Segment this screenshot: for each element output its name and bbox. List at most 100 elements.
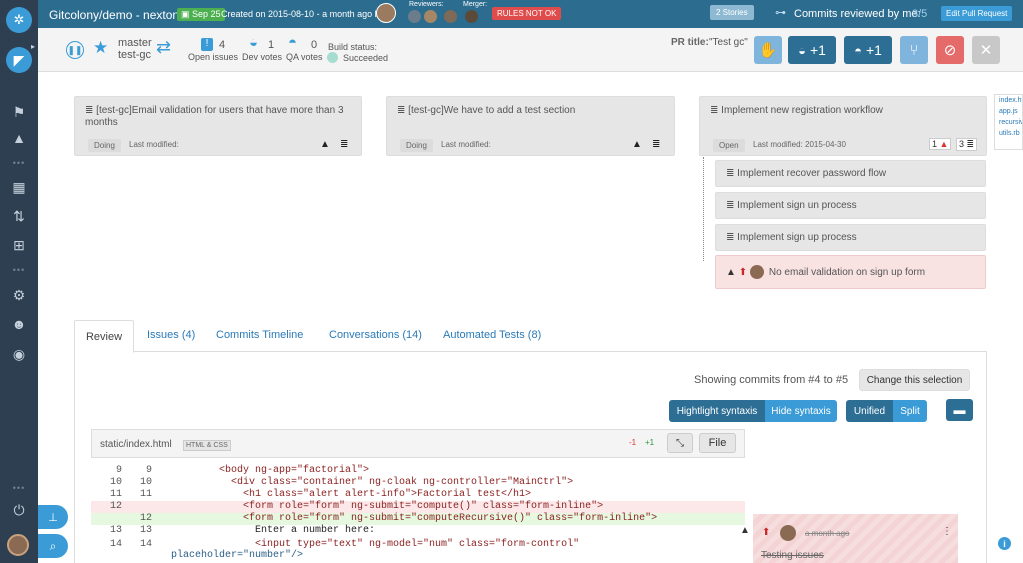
edit-pull-request-button[interactable]: Edit Pull Request bbox=[941, 6, 1013, 21]
reviewer-avatar[interactable] bbox=[444, 10, 457, 23]
added-lines-count: +1 bbox=[645, 438, 655, 447]
pull-requests-icon[interactable]: ⇅ bbox=[9, 206, 29, 226]
code-line-wrap[interactable]: placeholder="number"/> bbox=[91, 550, 745, 562]
settings-gear-icon[interactable]: ⚙ bbox=[9, 285, 29, 305]
database-icon[interactable]: ◉ bbox=[9, 344, 29, 364]
unified-view-button[interactable]: Unified bbox=[846, 400, 893, 422]
main-tabs: Review Issues (4) Commits Timeline Conve… bbox=[74, 320, 987, 353]
view-file-button[interactable]: File bbox=[699, 433, 736, 453]
comment-menu-icon[interactable]: ⋮ bbox=[942, 526, 952, 537]
build-status-label: Build status: bbox=[328, 42, 378, 52]
tab-commits-timeline[interactable]: Commits Timeline bbox=[216, 329, 303, 341]
ban-icon: ⊘ bbox=[943, 42, 957, 59]
file-link[interactable]: recursiv bbox=[995, 117, 1022, 128]
warning-icon[interactable]: ▲ bbox=[9, 128, 29, 148]
added-code-line[interactable]: 12 <form role="form" ng-submit="computeR… bbox=[91, 513, 745, 525]
star-icon[interactable]: ★ bbox=[93, 38, 108, 58]
pr-toolbar: ❚❚ ★ master test-gc ⇄ ! 4 Open issues ◒ … bbox=[38, 28, 1023, 72]
file-link[interactable]: index.ht bbox=[995, 95, 1022, 106]
flag-icon[interactable]: ⚑ bbox=[9, 102, 29, 122]
author-avatar[interactable] bbox=[376, 3, 396, 23]
subtask-card[interactable]: ≣ Implement sign un process bbox=[715, 192, 986, 219]
merger-label: Merger: bbox=[463, 1, 488, 8]
commit-range-text: Showing commits from #4 to #5 bbox=[694, 374, 849, 386]
pause-icon[interactable]: ❚❚ bbox=[66, 41, 84, 59]
list-icon: ≣ bbox=[726, 168, 738, 179]
warning-count-badge[interactable]: 1 ▲ bbox=[929, 138, 952, 150]
power-icon[interactable]: ⏻ bbox=[9, 500, 29, 520]
stories-button[interactable]: 2 Stories bbox=[710, 5, 754, 20]
last-modified: Last modified: 2015-04-30 bbox=[753, 140, 846, 149]
subtask-card[interactable]: ≣ Implement sign up process bbox=[715, 224, 986, 251]
file-list-panel: index.ht app.js recursiv utils.rb bbox=[994, 94, 1023, 150]
qa-votes-count: 0 bbox=[311, 39, 318, 51]
comment-time: a month ago bbox=[805, 529, 850, 538]
separator-dots: ••• bbox=[12, 158, 26, 168]
hide-syntax-button[interactable]: Hide syntaxis bbox=[765, 400, 837, 422]
code-line[interactable]: 13 13 Enter a number here: bbox=[91, 525, 745, 537]
comment-button[interactable]: ▬ bbox=[946, 399, 973, 421]
tab-review-label: Review bbox=[85, 331, 123, 343]
project-logo-icon[interactable]: ◤ bbox=[6, 47, 32, 73]
expand-arrow-icon[interactable]: ▸ bbox=[31, 42, 35, 51]
list-icon: ≣ bbox=[652, 139, 661, 150]
story-card[interactable]: ≣ Implement new registration workflow Op… bbox=[699, 96, 987, 156]
old-line-number: 10 bbox=[109, 477, 122, 488]
merger-avatar[interactable] bbox=[465, 10, 478, 23]
calendar-icon: ▣ bbox=[181, 9, 193, 19]
dev-vote-plus-one-button[interactable]: ◒ +1 bbox=[788, 36, 836, 64]
sitemap-fab-button[interactable]: ⊥ bbox=[38, 505, 68, 529]
user-avatar[interactable] bbox=[7, 534, 29, 556]
split-view-button[interactable]: Split bbox=[893, 400, 927, 422]
merge-button[interactable]: ⑂ bbox=[900, 36, 928, 64]
change-selection-button[interactable]: Change this selection bbox=[859, 369, 970, 391]
tab-issues[interactable]: Issues (4) bbox=[147, 329, 195, 341]
last-modified: Last modified: bbox=[129, 140, 179, 149]
dashboard-icon[interactable]: ▦ bbox=[9, 177, 29, 197]
code-line[interactable]: 9 9 <body ng-app="factorial"> bbox=[91, 465, 745, 477]
team-icon[interactable]: ☻ bbox=[9, 314, 29, 334]
code-line[interactable]: 10 10 <div class="container" ng-cloak ng-… bbox=[91, 477, 745, 489]
tab-conversations[interactable]: Conversations (14) bbox=[329, 329, 422, 341]
file-link[interactable]: utils.rb bbox=[995, 128, 1022, 139]
repo-title[interactable]: Gitcolony/demo - nexton bbox=[49, 8, 179, 22]
list-icon: ≣ bbox=[726, 232, 738, 243]
old-line-number: 11 bbox=[109, 489, 122, 500]
deleted-code-line[interactable]: 12 <form role="form" ng-submit="compute(… bbox=[91, 501, 745, 513]
story-card[interactable]: ≣ [test-gc]We have to add a test section… bbox=[386, 96, 675, 156]
close-button[interactable]: ✕ bbox=[972, 36, 1000, 64]
tab-automated-tests[interactable]: Automated Tests (8) bbox=[443, 329, 541, 341]
reviewer-avatar[interactable] bbox=[424, 10, 437, 23]
file-link[interactable]: app.js bbox=[995, 106, 1022, 117]
reject-button[interactable]: ⊘ bbox=[936, 36, 964, 64]
diff-file-name: static/index.html bbox=[100, 439, 172, 450]
rules-status-badge[interactable]: RULES NOT OK bbox=[492, 7, 562, 20]
highlight-syntax-button[interactable]: Hightlight syntaxis bbox=[669, 400, 765, 422]
target-branch: test-gc bbox=[118, 49, 152, 61]
collapse-button[interactable]: ⤡ bbox=[667, 433, 693, 453]
hierarchy-icon[interactable]: ⊞ bbox=[9, 235, 29, 255]
open-issues-label: Open issues bbox=[188, 52, 239, 62]
reviewer-avatar[interactable] bbox=[408, 10, 421, 23]
issue-card[interactable]: ▲ ⬆ No email validation on sign up form bbox=[715, 255, 986, 289]
stop-review-button[interactable]: ✋ bbox=[754, 36, 782, 64]
info-icon[interactable]: i bbox=[998, 537, 1011, 550]
line-issue-warning-icon[interactable]: ▲ bbox=[740, 525, 750, 536]
story-card[interactable]: ≣ [test-gc]Email validation for users th… bbox=[74, 96, 362, 156]
diff-file-header: static/index.html HTML & CSS -1 +1 ⤡ Fil… bbox=[91, 429, 745, 458]
branch-switch-icon[interactable]: ⇄ bbox=[156, 37, 171, 58]
subtask-card[interactable]: ≣ Implement recover password flow bbox=[715, 160, 986, 187]
subtask-count-badge[interactable]: 3 ≣ bbox=[956, 138, 978, 151]
gitcolony-logo-icon[interactable]: ✲ bbox=[6, 7, 32, 33]
build-status-value: Succeeded bbox=[343, 53, 389, 63]
build-status-dot bbox=[327, 52, 338, 63]
tab-review[interactable]: Review bbox=[74, 320, 134, 353]
open-issues-icon: ! bbox=[201, 38, 213, 51]
search-fab-button[interactable]: ⌕ bbox=[38, 534, 68, 558]
story-title: ≣ [test-gc]We have to add a test section bbox=[397, 105, 667, 116]
qa-vote-plus-one-button[interactable]: ◓ +1 bbox=[844, 36, 892, 64]
priority-up-icon: ⬆ bbox=[762, 527, 771, 538]
code-line[interactable]: 11 11 <h1 class="alert alert-info">Factor… bbox=[91, 489, 745, 501]
story-title-text: [test-gc]Email validation for users that… bbox=[85, 105, 344, 128]
list-icon: ≣ bbox=[85, 105, 97, 116]
